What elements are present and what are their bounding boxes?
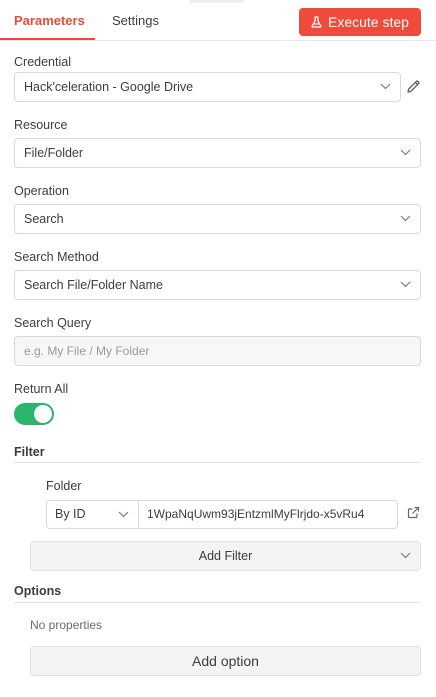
- tab-parameters-label: Parameters: [14, 13, 85, 28]
- chevron-down-icon: [380, 83, 391, 90]
- return-all-toggle[interactable]: [14, 403, 54, 425]
- chevron-down-icon: [400, 149, 411, 156]
- options-section-title: Options: [14, 584, 62, 598]
- operation-select[interactable]: Search: [14, 204, 421, 234]
- search-query-placeholder: e.g. My File / My Folder: [24, 344, 150, 358]
- folder-mode-select[interactable]: By ID: [46, 500, 139, 529]
- search-method-value: Search File/Folder Name: [24, 278, 163, 292]
- resource-label: Resource: [14, 118, 68, 132]
- operation-value: Search: [24, 212, 64, 226]
- options-divider: [14, 602, 421, 603]
- resource-value: File/Folder: [24, 146, 84, 160]
- node-panel-header: Parameters Settings Execute step: [0, 0, 436, 41]
- chevron-down-icon: [118, 511, 129, 518]
- flask-icon: [311, 16, 322, 28]
- credential-label: Credential: [14, 55, 71, 69]
- add-filter-label: Add Filter: [198, 549, 253, 563]
- execute-step-label: Execute step: [328, 14, 409, 30]
- active-tab-indicator: [0, 38, 95, 40]
- return-all-label: Return All: [14, 382, 69, 396]
- search-query-input[interactable]: e.g. My File / My Folder: [14, 336, 421, 366]
- chevron-down-icon: [400, 552, 411, 559]
- toggle-knob: [34, 405, 52, 423]
- resource-select[interactable]: File/Folder: [14, 138, 421, 168]
- folder-mode-value: By ID: [55, 507, 86, 521]
- search-method-label: Search Method: [14, 250, 99, 264]
- chevron-down-icon: [400, 215, 411, 222]
- credential-select[interactable]: Hack'celeration - Google Drive: [14, 72, 401, 102]
- folder-label: Folder: [46, 479, 82, 493]
- search-query-label: Search Query: [14, 316, 92, 330]
- credential-value: Hack'celeration - Google Drive: [24, 80, 194, 94]
- filter-section-title: Filter: [14, 445, 45, 459]
- execute-step-button[interactable]: Execute step: [299, 8, 421, 36]
- header-drag-handle[interactable]: [190, 0, 244, 3]
- tab-settings[interactable]: Settings: [112, 0, 159, 41]
- add-filter-button[interactable]: Add Filter: [30, 541, 421, 571]
- folder-id-value: 1WpaNqUwm93jEntzmlMyFlrjdo-x5vRu4: [147, 507, 365, 521]
- operation-label: Operation: [14, 184, 69, 198]
- add-option-button[interactable]: Add option: [30, 646, 421, 676]
- no-properties-text: No properties: [30, 618, 103, 632]
- pencil-icon[interactable]: [406, 79, 421, 94]
- filter-divider: [14, 462, 421, 463]
- tab-settings-label: Settings: [112, 13, 159, 28]
- search-method-select[interactable]: Search File/Folder Name: [14, 270, 421, 300]
- folder-id-input[interactable]: 1WpaNqUwm93jEntzmlMyFlrjdo-x5vRu4: [138, 500, 398, 529]
- external-link-icon[interactable]: [407, 506, 420, 519]
- add-option-label: Add option: [192, 653, 259, 669]
- chevron-down-icon: [400, 281, 411, 288]
- tab-parameters[interactable]: Parameters: [14, 0, 85, 41]
